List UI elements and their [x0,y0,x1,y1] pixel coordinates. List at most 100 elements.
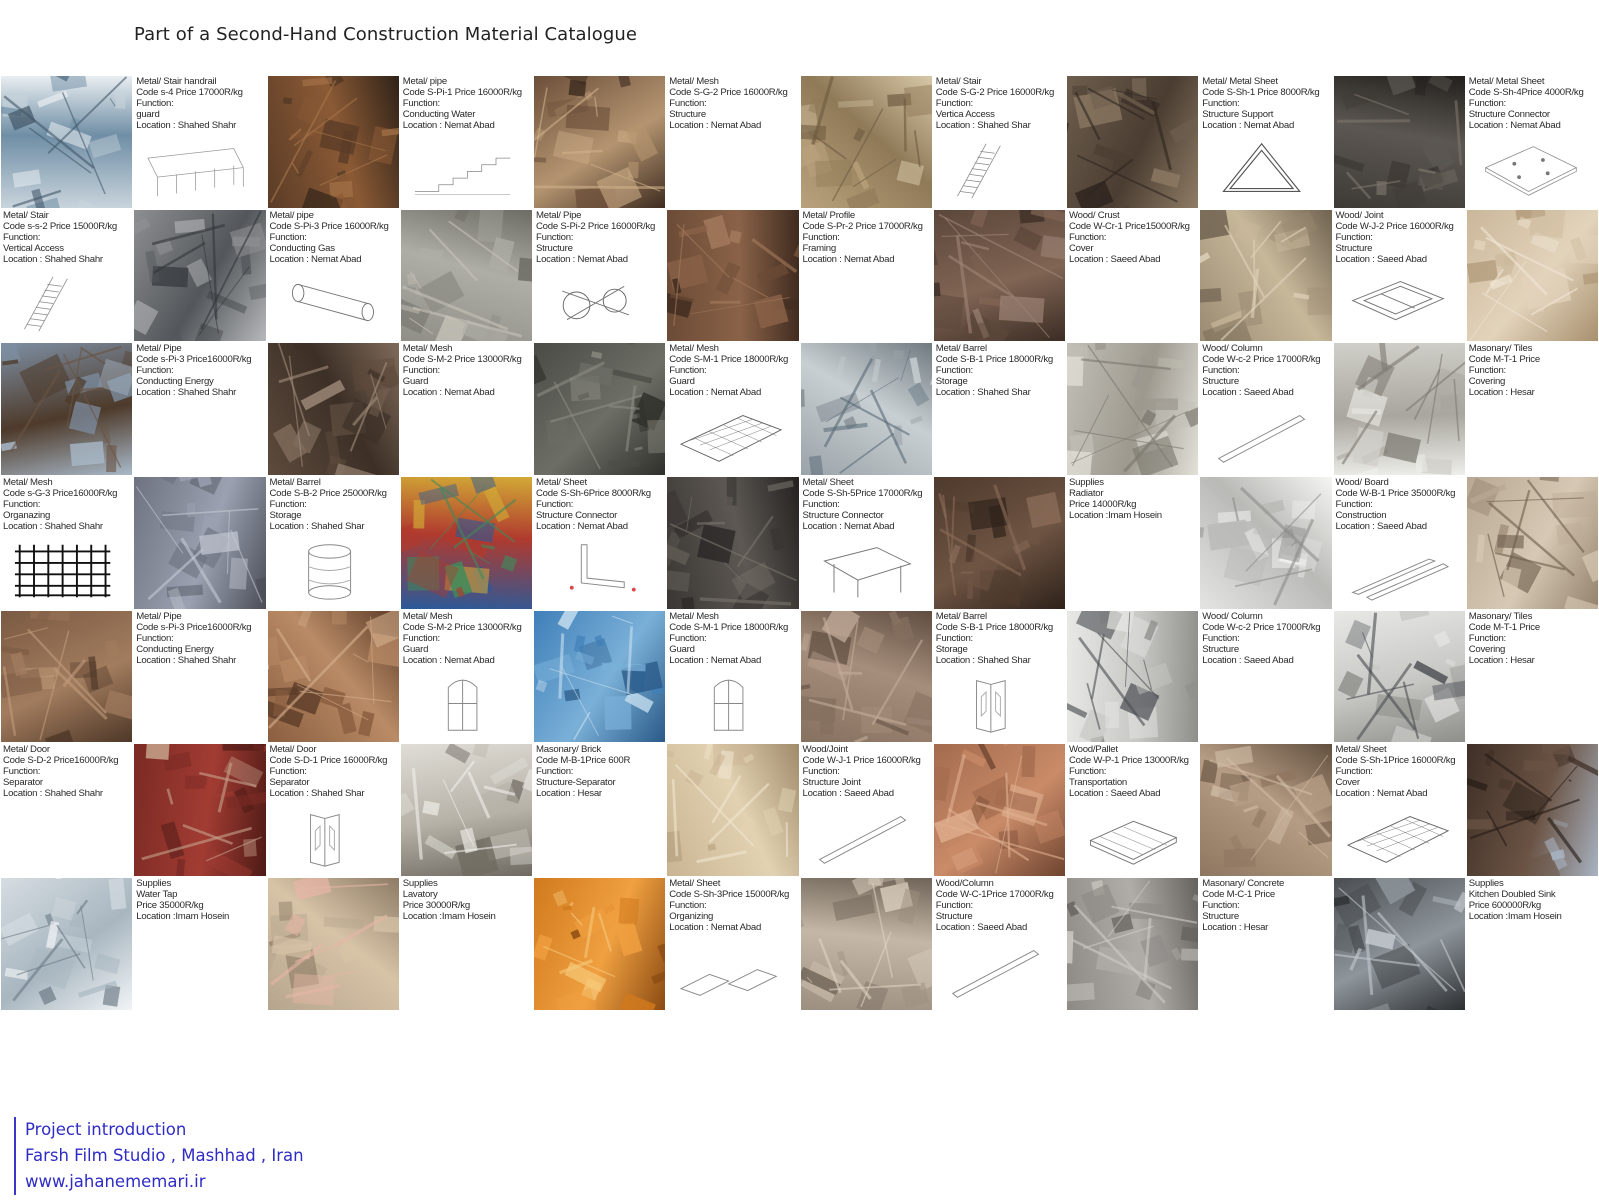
photo-texture [1466,477,1598,609]
material-category: Metal/ Stair [3,209,49,221]
material-category: Masonary/ Brick [536,744,602,756]
material-location: Location : Shahed Shar [935,387,1031,399]
material-detail: Covering [1468,643,1506,655]
photo-texture [937,484,1062,607]
material-info: Wood/ Board Code W-B-1 Price 35000R/kg Fun… [1332,476,1466,610]
material-photo [1066,342,1200,477]
material-photo [0,877,134,1011]
material-detail: Function: [669,632,707,644]
material-detail: Function: [402,632,440,644]
material-photo [266,75,400,209]
material-info: Metal/ Sheet Code S-Sh-6Price 8000R/kg Fun… [533,476,667,610]
material-location: Location : Nemat Abad [536,253,628,265]
material-code-price: Code W-C-1Price 17000R/kg [935,889,1054,901]
material-info: Supplies Radiator Price 14000R/kg Location … [1066,476,1200,610]
material-category: Metal/ Barrel [935,343,987,355]
material-category: Metal/ Mesh [402,343,453,355]
photo-texture [1,76,128,208]
material-code-price: Code S-D-1 Price 16000R/kg [269,755,388,767]
material-detail: guard [136,109,160,120]
photo-texture [1333,76,1462,208]
material-code-price: Code S-D-2 Price16000R/kg [3,755,119,767]
material-code-price: Code M-C-1 Price [1202,889,1276,901]
material-detail: Structure [1335,242,1373,254]
material-detail: Function: [1069,231,1107,243]
photo-texture [800,343,932,476]
footer-line-website[interactable]: www.jahanememari.ir [25,1169,304,1195]
material-location: Location :Imam Hosein [136,911,230,923]
material-code-price: Code S-Pi-1 Price 16000R/kg [402,87,522,98]
material-code-price: Code S-Sh-3Price 15000R/kg [669,889,790,901]
material-info: Metal/ Pipe Code S-Pi-2 Price 16000R/kg Fu… [533,208,667,343]
material-detail: Cover [1069,242,1094,254]
material-category: Metal/ Stair [935,76,982,87]
material-info: Metal/ Stair Code s-s-2 Price 15000R/kg Fu… [0,208,134,343]
material-code-price: Code M-B-1Price 600R [536,755,631,767]
material-photo [533,877,667,1011]
beam-drawing [818,816,906,864]
material-location: Location : Nemat Abad [536,521,628,533]
material-photo [533,75,667,209]
material-photo [666,208,800,343]
material-code-price: Code W-J-2 Price 16000R/kg [1335,220,1454,232]
material-code-price: Code S-Pr-2 Price 17000R/kg [802,220,923,232]
material-photo [1066,877,1200,1011]
material-code-price: Code s-Pi-3 Price16000R/kg [136,354,252,366]
material-photo [1465,476,1599,610]
material-info: Metal/ pipe Code S-Pi-1 Price 16000R/kg Fu… [399,75,533,209]
photo-texture [1333,878,1465,1010]
material-detail: Guard [669,376,695,388]
material-photo [799,609,933,744]
window-drawing [714,680,744,732]
material-info: Wood/Pallet Code W-P-1 Price 13000R/kg Fun… [1066,743,1200,878]
material-detail: Organazing [3,510,51,522]
photo-texture [400,744,532,877]
material-detail: Vertica Access [935,109,995,120]
photo-texture [1,343,133,473]
material-info: Metal/ Stair handrail Code s-4 Price 1700… [133,75,267,209]
material-location: Location : Saeed Abad [1335,521,1428,533]
photo-texture [1200,209,1332,342]
material-photo [1066,609,1200,744]
material-detail: Function: [1335,766,1373,778]
mesh-drawing [680,415,783,462]
boards-drawing [1350,558,1449,601]
material-code-price: Code S-Sh-1 Price 8000R/kg [1202,87,1320,98]
material-location: Location : Hesar [1202,922,1269,934]
triangle-drawing [1222,142,1302,192]
material-photo [1332,342,1466,477]
material-code-price: Code s-4 Price 17000R/kg [136,87,243,98]
material-location: Location : Shahed Shahr [3,253,103,265]
door-drawing [309,814,340,867]
photo-texture [1067,880,1199,1004]
photo-texture [269,76,399,208]
material-photo [1332,877,1466,1011]
barrel-drawing [307,544,351,600]
material-location: Location : Shahed Shahr [3,788,103,800]
material-detail: Guard [669,643,695,655]
material-photo [932,743,1066,878]
material-photo [666,476,800,610]
clamp-drawing [562,286,630,321]
material-category: Wood/Joint [802,744,849,756]
door-drawing [975,680,1006,734]
footer-line-project: Project introduction [25,1120,187,1139]
material-category: Wood/Pallet [1069,744,1118,756]
material-detail: Function: [1335,499,1373,511]
material-detail: Function: [1069,766,1107,778]
material-detail: Conducting Gas [269,242,336,254]
material-photo [932,208,1066,343]
material-detail: Structure Connector [536,510,618,522]
material-category: Metal/ Sheet [669,878,721,890]
material-category: Wood/Column [935,878,994,890]
material-info: Masonary/ Tiles Code M-T-1 Price Function:… [1465,342,1599,477]
material-photo [133,476,267,610]
material-detail: Structure-Separator [536,777,616,789]
photo-texture [267,878,399,1006]
material-detail: Covering [1468,376,1506,388]
material-location: Location : Nemat Abad [1335,788,1428,800]
material-location: Location : Nemat Abad [802,521,895,533]
material-category: Wood/ Board [1335,477,1389,489]
photo-texture [136,477,266,609]
photo-texture [134,210,266,342]
